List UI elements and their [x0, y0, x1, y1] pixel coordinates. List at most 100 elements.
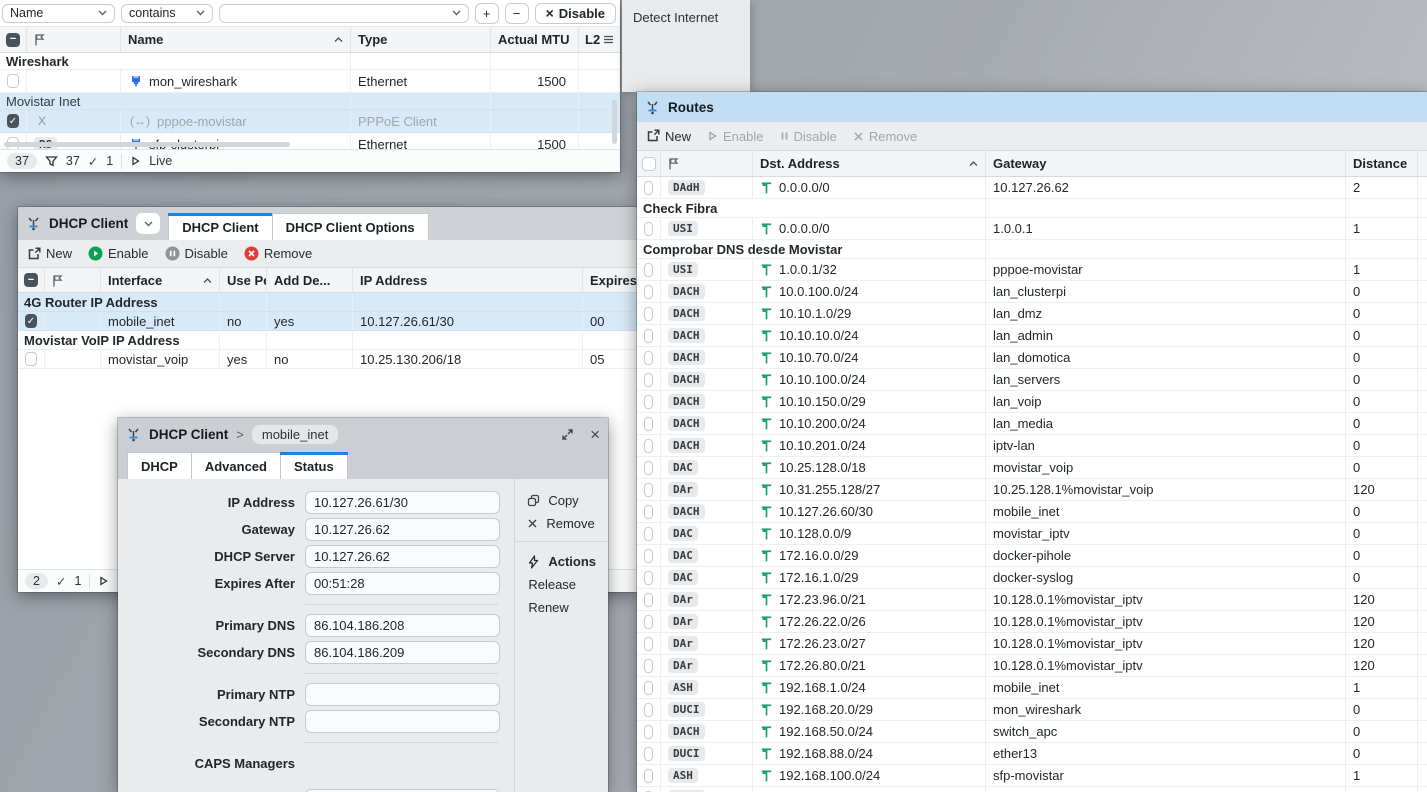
release-button[interactable]: Release	[515, 573, 608, 596]
mtu-column-header[interactable]: Actual MTU	[490, 27, 578, 52]
row-checkbox[interactable]	[25, 314, 37, 328]
route-row[interactable]: DACH 10.10.100.0/24 lan_servers 0	[637, 369, 1427, 391]
remove-button[interactable]: Remove	[244, 246, 312, 261]
horizontal-scrollbar[interactable]	[4, 142, 290, 147]
filter-remove-button[interactable]: −	[504, 2, 529, 24]
row-checkbox[interactable]	[644, 592, 653, 607]
select-all-cell[interactable]	[637, 151, 660, 176]
row-checkbox[interactable]	[644, 636, 653, 651]
route-row[interactable]: ASH 192.168.1.0/24 mobile_inet 1	[637, 677, 1427, 699]
dhcp-client-row[interactable]: mobile_inetnoyes10.127.26.61/3000	[18, 312, 637, 331]
distance-column-header[interactable]: Distance	[1345, 151, 1417, 176]
gateway-column-header[interactable]: Gateway	[985, 151, 1345, 176]
remove-button[interactable]: Remove	[515, 512, 608, 535]
route-row[interactable]: DAC 10.25.128.0/18 movistar_voip 0	[637, 457, 1427, 479]
field-input[interactable]: 10.127.26.62	[305, 518, 500, 541]
route-row[interactable]: DACH 192.168.50.0/24 switch_apc 0	[637, 721, 1427, 743]
route-row[interactable]: DACH 10.0.100.0/24 lan_clusterpi 0	[637, 281, 1427, 303]
row-checkbox[interactable]	[644, 504, 653, 519]
row-checkbox[interactable]	[644, 482, 653, 497]
route-row[interactable]: DAdH 0.0.0.0/0 10.127.26.62 2	[637, 177, 1427, 199]
route-row[interactable]: DACH 10.127.26.60/30 mobile_inet 0	[637, 501, 1427, 523]
route-row[interactable]: ASH 192.168.100.0/24 sfp-movistar 1	[637, 765, 1427, 787]
field-input[interactable]: 10.127.26.61/30	[305, 491, 500, 514]
route-comment-row[interactable]: Comprobar DNS desde Movistar	[637, 240, 1427, 259]
field-input[interactable]: 00:51:28	[305, 572, 500, 595]
new-button[interactable]: New	[646, 129, 691, 144]
renew-button[interactable]: Renew	[515, 596, 608, 619]
row-checkbox[interactable]	[644, 438, 653, 453]
interface-row[interactable]: X (↔) pppoe-movistar PPPoE Client	[0, 110, 620, 133]
funnel-icon[interactable]	[45, 155, 58, 168]
expires-column-header[interactable]: Expires A	[582, 268, 637, 292]
route-row[interactable]: DACH 10.10.10.0/24 lan_admin 0	[637, 325, 1427, 347]
dhcp-group-row[interactable]: Movistar VoIP IP Address	[18, 331, 637, 350]
row-checkbox[interactable]	[644, 394, 653, 409]
row-checkbox[interactable]	[644, 221, 653, 236]
row-checkbox[interactable]	[644, 526, 653, 541]
filter-add-button[interactable]: +	[474, 2, 499, 24]
select-all-cell[interactable]	[0, 27, 26, 52]
row-checkbox[interactable]	[644, 724, 653, 739]
route-row[interactable]: DUCI 192.168.20.0/29 mon_wireshark 0	[637, 699, 1427, 721]
vertical-scrollbar[interactable]	[612, 100, 617, 144]
route-row[interactable]: DACH 10.10.1.0/29 lan_dmz 0	[637, 303, 1427, 325]
flag-column-header[interactable]	[26, 27, 120, 52]
remove-button[interactable]: Remove	[853, 129, 917, 144]
row-checkbox[interactable]	[644, 460, 653, 475]
row-checkbox[interactable]	[644, 372, 653, 387]
detach-window-icon[interactable]	[561, 428, 574, 441]
route-row[interactable]: DACH 10.10.201.0/24 iptv-lan 0	[637, 435, 1427, 457]
row-checkbox[interactable]	[7, 74, 19, 88]
column-menu-icon[interactable]	[603, 35, 614, 44]
dhcp-group-row[interactable]: 4G Router IP Address	[18, 293, 637, 312]
type-column-header[interactable]: Type	[350, 27, 490, 52]
row-checkbox[interactable]	[25, 352, 37, 366]
dst-address-column-header[interactable]: Dst. Address	[752, 151, 985, 176]
tab-dhcp-client-options[interactable]: DHCP Client Options	[271, 213, 429, 240]
disable-button[interactable]: Disable	[165, 246, 228, 261]
row-checkbox[interactable]	[644, 262, 653, 277]
use-peer-column-header[interactable]: Use Pe...	[219, 268, 266, 292]
field-input[interactable]: 10.127.26.62	[305, 545, 500, 568]
row-checkbox[interactable]	[644, 350, 653, 365]
field-input[interactable]: 86.104.186.209	[305, 641, 500, 664]
enable-button[interactable]: Enable	[707, 129, 764, 144]
new-button[interactable]: New	[27, 246, 72, 261]
select-all-cell[interactable]	[18, 268, 44, 292]
dhcp-client-row[interactable]: movistar_voip yes no 10.25.130.206/18 05	[18, 350, 637, 369]
route-row[interactable]: USI 0.0.0.0/0 1.0.0.1 1	[637, 218, 1427, 240]
route-row[interactable]: DACH 10.10.70.0/24 lan_domotica 0	[637, 347, 1427, 369]
filter-value-combo[interactable]	[219, 3, 469, 23]
row-checkbox[interactable]	[644, 680, 653, 695]
row-checkbox[interactable]	[644, 614, 653, 629]
route-row[interactable]: DAC 172.16.0.0/29 docker-pihole 0	[637, 545, 1427, 567]
live-button[interactable]: Live	[149, 154, 172, 168]
route-row[interactable]: DAr 172.26.80.0/21 10.128.0.1%movistar_ipt…	[637, 655, 1427, 677]
select-all-checkbox[interactable]	[24, 273, 38, 287]
route-row[interactable]: DAC 10.128.0.0/9 movistar_iptv 0	[637, 523, 1427, 545]
route-row[interactable]: DAr 10.31.255.128/27 10.25.128.1%movistar_…	[637, 479, 1427, 501]
route-row[interactable]: DUCI 192.168.88.0/24 ether13 0	[637, 743, 1427, 765]
route-row[interactable]: DAr 172.26.23.0/27 10.128.0.1%movistar_ipt…	[637, 633, 1427, 655]
route-row[interactable]: DACH 10.10.150.0/29 lan_voip 0	[637, 391, 1427, 413]
flag-column-header[interactable]	[660, 151, 752, 176]
filter-field-select[interactable]: Name	[2, 3, 115, 23]
row-checkbox[interactable]	[644, 702, 653, 717]
flag-column-header[interactable]	[44, 268, 100, 292]
interface-group-row[interactable]: Wireshark	[0, 53, 620, 70]
route-row[interactable]: DACH 10.10.200.0/24 lan_media 0	[637, 413, 1427, 435]
interface-column-header[interactable]: Interface	[100, 268, 219, 292]
field-input[interactable]: 86.104.186.208	[305, 614, 500, 637]
row-checkbox[interactable]	[644, 328, 653, 343]
row-checkbox[interactable]	[644, 658, 653, 673]
field-input[interactable]	[305, 710, 500, 733]
route-row[interactable]: DAr 172.26.22.0/26 10.128.0.1%movistar_ipt…	[637, 611, 1427, 633]
row-checkbox[interactable]	[644, 768, 653, 783]
row-checkbox[interactable]	[644, 416, 653, 431]
route-row[interactable]: USI 1.0.0.1/32 pppoe-movistar 1	[637, 259, 1427, 281]
enable-button[interactable]: Enable	[88, 246, 149, 261]
window-menu-button[interactable]	[136, 213, 161, 234]
row-checkbox[interactable]	[644, 548, 653, 563]
ip-address-column-header[interactable]: IP Address	[352, 268, 582, 292]
